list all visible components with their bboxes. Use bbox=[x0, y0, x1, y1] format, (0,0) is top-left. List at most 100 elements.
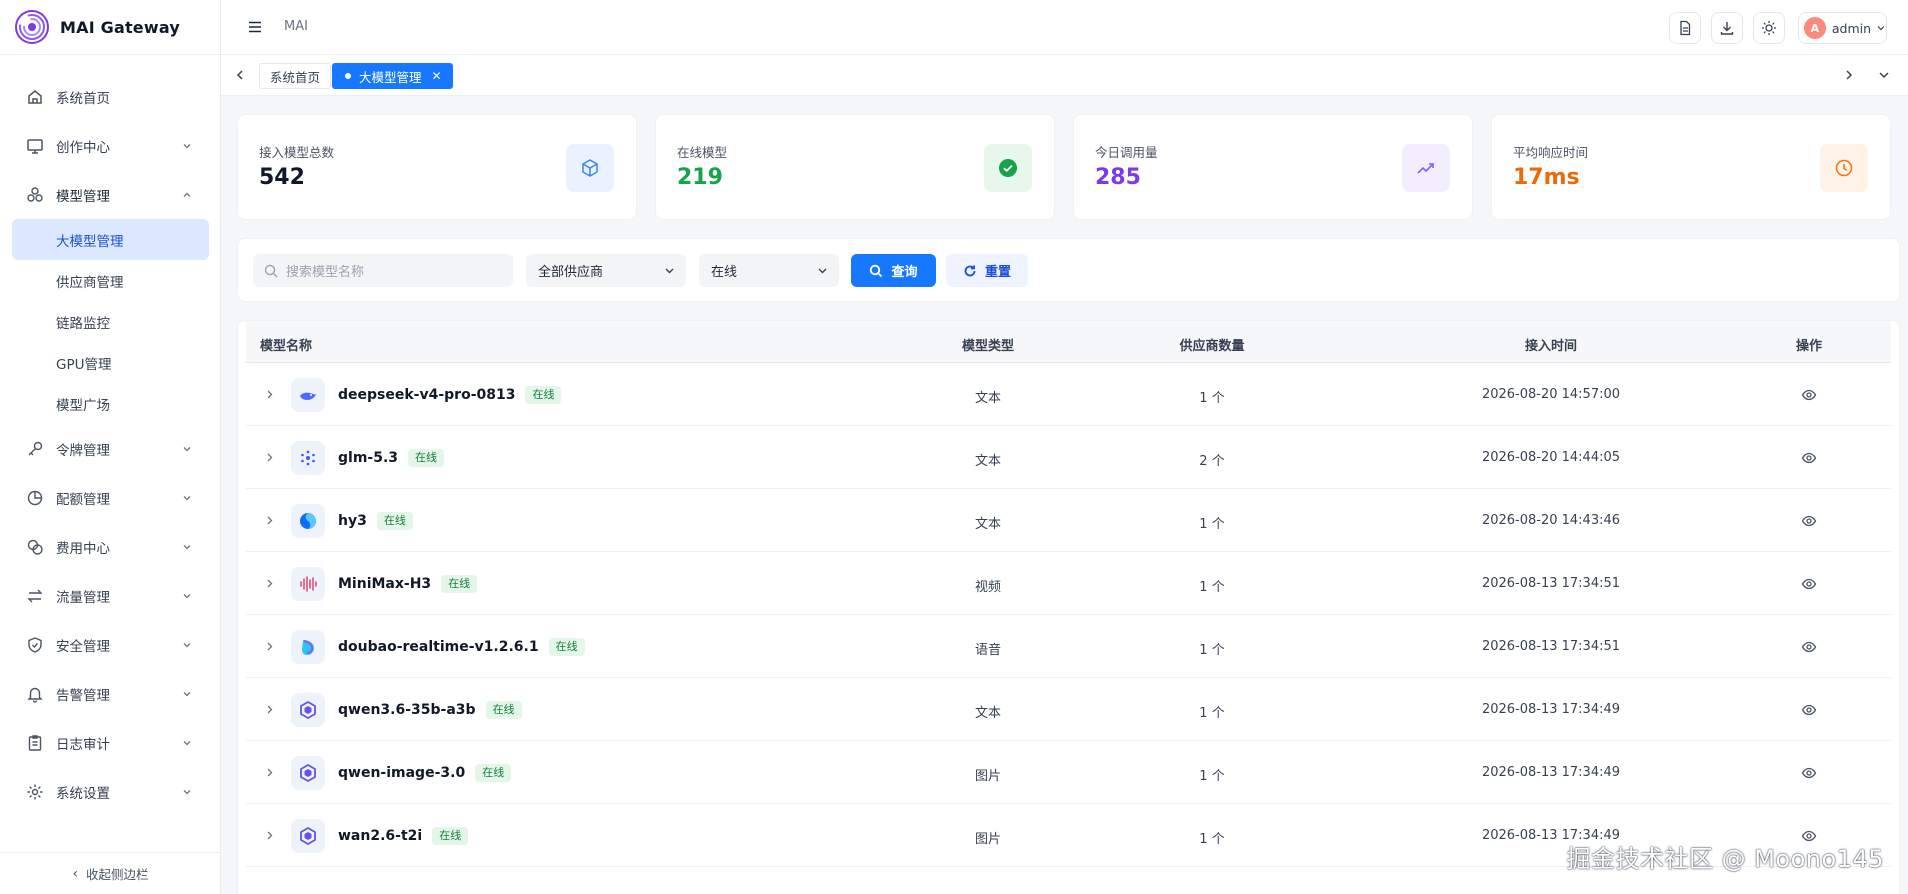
table-row[interactable]: glm-5.3 在线 文本 2 个 2026-08-20 14:44:05 bbox=[246, 426, 1891, 489]
table-row[interactable]: qwen3.6-35b-a3b 在线 文本 1 个 2026-08-13 17:34:4… bbox=[246, 678, 1891, 741]
table-row[interactable]: MiniMax-H3 在线 视频 1 个 2026-08-13 17:34:51 bbox=[246, 552, 1891, 615]
sidebar-subitem-link-monitor[interactable]: 链路监控 bbox=[12, 301, 209, 342]
tabs-menu-chevron-icon[interactable] bbox=[1876, 67, 1892, 83]
view-eye-icon[interactable] bbox=[1801, 450, 1817, 466]
main-content: 接入模型总数 542 在线模型 219 今日调用量 285 平均响应时间 17m… bbox=[221, 96, 1908, 894]
refresh-icon bbox=[964, 265, 976, 276]
chevron-right-icon[interactable] bbox=[264, 830, 275, 841]
sidebar-item-alerts[interactable]: 告警管理 bbox=[0, 669, 221, 718]
chevron-down-icon bbox=[183, 593, 191, 598]
sidebar-subitem-llm[interactable]: 大模型管理 bbox=[12, 219, 209, 260]
sidebar-item-traffic[interactable]: 流量管理 bbox=[0, 571, 221, 620]
view-eye-icon[interactable] bbox=[1801, 387, 1817, 403]
sidebar-item-models[interactable]: 模型管理 bbox=[0, 170, 221, 219]
status-select[interactable]: 在线 bbox=[699, 254, 839, 287]
model-name[interactable]: hy3 bbox=[338, 513, 367, 529]
tab-home[interactable]: 系统首页 bbox=[259, 63, 332, 89]
provider-count: 1 个 bbox=[1199, 580, 1225, 595]
sidebar-item-home[interactable]: 系统首页 bbox=[0, 72, 221, 121]
model-name[interactable]: qwen-image-3.0 bbox=[338, 765, 465, 781]
app-logo[interactable]: MAI Gateway bbox=[0, 0, 221, 55]
chevron-right-icon[interactable] bbox=[264, 578, 275, 589]
chevron-down-icon bbox=[183, 143, 191, 148]
model-name[interactable]: wan2.6-t2i bbox=[338, 828, 422, 844]
sidebar-item-label: 模型管理 bbox=[56, 188, 110, 205]
sidebar-item-audit[interactable]: 日志审计 bbox=[0, 718, 221, 767]
column-header-created-time[interactable]: 接入时间 bbox=[1516, 335, 1586, 354]
trend-icon bbox=[1417, 163, 1434, 174]
provider-count: 1 个 bbox=[1199, 706, 1225, 721]
download-button[interactable] bbox=[1711, 12, 1743, 44]
chevron-right-icon[interactable] bbox=[264, 767, 275, 778]
close-icon[interactable]: ✕ bbox=[432, 69, 442, 83]
sidebar-item-billing[interactable]: 费用中心 bbox=[0, 522, 221, 571]
shield-check-icon bbox=[28, 636, 42, 653]
chevron-down-icon bbox=[183, 495, 191, 500]
created-time: 2026-08-20 14:44:05 bbox=[1481, 450, 1621, 465]
model-name-cell: glm-5.3 在线 bbox=[338, 449, 445, 467]
models-table: 模型名称 模型类型 供应商数量 接入时间 操作 deepseek-v4-pro-… bbox=[237, 320, 1900, 894]
column-header-provider-count[interactable]: 供应商数量 bbox=[1177, 335, 1247, 354]
model-name[interactable]: doubao-realtime-v1.2.6.1 bbox=[338, 639, 539, 655]
bell-icon bbox=[27, 687, 43, 703]
user-menu[interactable]: A admin bbox=[1798, 12, 1887, 44]
model-name[interactable]: deepseek-v4-pro-0813 bbox=[338, 387, 515, 403]
status-badge: 在线 bbox=[408, 449, 445, 467]
clipboard-icon bbox=[28, 734, 42, 751]
column-header-type[interactable]: 模型类型 bbox=[953, 335, 1023, 354]
sidebar-item-tokens[interactable]: 令牌管理 bbox=[0, 424, 221, 473]
view-eye-icon[interactable] bbox=[1801, 576, 1817, 592]
active-dot-icon bbox=[345, 73, 351, 79]
model-name-cell: deepseek-v4-pro-0813 在线 bbox=[338, 386, 562, 404]
view-eye-icon[interactable] bbox=[1801, 513, 1817, 529]
chevron-down-icon bbox=[818, 268, 827, 274]
theme-toggle-button[interactable] bbox=[1753, 12, 1785, 44]
chevron-right-icon[interactable] bbox=[264, 641, 275, 652]
monitor-icon bbox=[27, 138, 43, 154]
collapse-sidebar-button[interactable]: ‹ 收起侧边栏 bbox=[0, 852, 221, 894]
chevron-right-icon[interactable] bbox=[264, 452, 275, 463]
table-row[interactable]: deepseek-v4-pro-0813 在线 文本 1 个 2026-08-20 14… bbox=[246, 363, 1891, 426]
reset-button[interactable]: 重置 bbox=[946, 254, 1028, 287]
model-name[interactable]: glm-5.3 bbox=[338, 450, 398, 466]
docs-button[interactable] bbox=[1669, 12, 1701, 44]
view-eye-icon[interactable] bbox=[1801, 639, 1817, 655]
stat-value: 17ms bbox=[1513, 165, 1580, 190]
chevron-right-icon[interactable] bbox=[264, 515, 275, 526]
model-name[interactable]: qwen3.6-35b-a3b bbox=[338, 702, 476, 718]
key-icon bbox=[28, 441, 43, 455]
sidebar-item-label: 日志审计 bbox=[56, 736, 110, 753]
provider-count: 1 个 bbox=[1199, 391, 1225, 406]
model-type: 文本 bbox=[974, 454, 1001, 469]
search-input[interactable]: 搜索模型名称 bbox=[253, 254, 513, 287]
status-select-value: 在线 bbox=[711, 265, 738, 280]
sidebar-subitem-providers[interactable]: 供应商管理 bbox=[12, 260, 209, 301]
sidebar-item-security[interactable]: 安全管理 bbox=[0, 620, 221, 669]
provider-select[interactable]: 全部供应商 bbox=[526, 254, 686, 287]
table-row[interactable]: qwen-image-3.0 在线 图片 1 个 2026-08-13 17:34:49 bbox=[246, 741, 1891, 804]
menu-toggle-icon[interactable] bbox=[247, 19, 263, 35]
table-row[interactable]: hy3 在线 文本 1 个 2026-08-20 14:43:46 bbox=[246, 489, 1891, 552]
view-eye-icon[interactable] bbox=[1801, 702, 1817, 718]
tab-llm-management[interactable]: 大模型管理 ✕ bbox=[332, 63, 453, 89]
view-eye-icon[interactable] bbox=[1801, 765, 1817, 781]
model-type: 图片 bbox=[974, 832, 1001, 847]
hunyuan-icon bbox=[291, 504, 325, 538]
sidebar-subitem-model-square[interactable]: 模型广场 bbox=[12, 383, 209, 424]
tabs-scroll-right-icon[interactable] bbox=[1841, 67, 1857, 83]
chevron-right-icon[interactable] bbox=[264, 389, 275, 400]
stat-card-online-models: 在线模型 219 bbox=[655, 114, 1055, 220]
model-name[interactable]: MiniMax-H3 bbox=[338, 576, 431, 592]
sidebar-item-label: 流量管理 bbox=[56, 589, 110, 606]
sidebar-subitem-gpu[interactable]: GPU管理 bbox=[12, 342, 209, 383]
tabs-scroll-left-icon[interactable] bbox=[232, 67, 248, 83]
tab-label: 大模型管理 bbox=[359, 69, 422, 85]
breadcrumb[interactable]: MAI bbox=[284, 19, 308, 34]
sidebar-item-creation[interactable]: 创作中心 bbox=[0, 121, 221, 170]
table-row[interactable]: doubao-realtime-v1.2.6.1 在线 语音 1 个 2026-08-1… bbox=[246, 615, 1891, 678]
sidebar-item-settings[interactable]: 系统设置 bbox=[0, 767, 221, 816]
sidebar-item-quota[interactable]: 配额管理 bbox=[0, 473, 221, 522]
query-button[interactable]: 查询 bbox=[851, 254, 936, 287]
chevron-right-icon[interactable] bbox=[264, 704, 275, 715]
column-header-name[interactable]: 模型名称 bbox=[260, 335, 312, 354]
